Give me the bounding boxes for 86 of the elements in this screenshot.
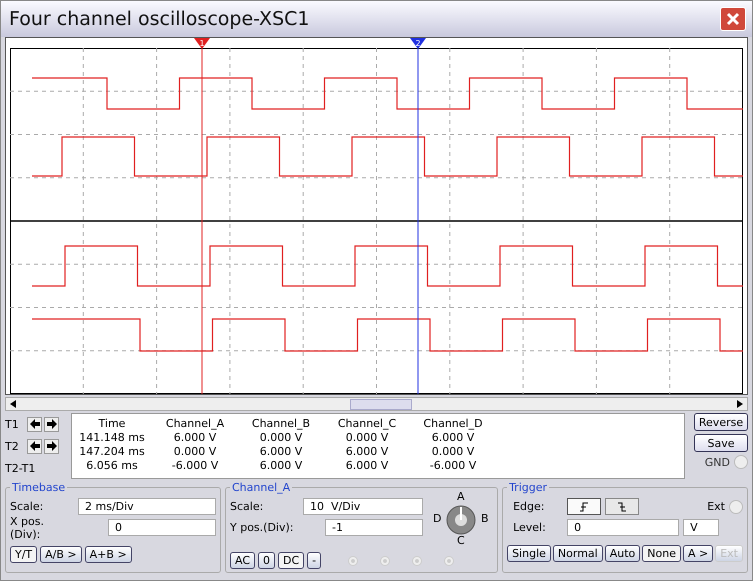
- mode-button[interactable]: Y/T: [10, 546, 38, 563]
- scroll-left-icon[interactable]: [10, 400, 16, 408]
- scale-field[interactable]: 10 V/Div: [303, 498, 423, 515]
- left-arrow-icon: [30, 419, 40, 429]
- panel-title: Trigger: [508, 481, 548, 494]
- table-cell-text: 6.000 V: [344, 445, 390, 459]
- table-cell-text: 6.000 V: [430, 431, 476, 445]
- cursor-two-line[interactable]: 2: [410, 38, 426, 394]
- table-cell-text: 6.000 V: [172, 431, 218, 445]
- coupling-button[interactable]: 0: [258, 552, 276, 569]
- channel-letter: C: [457, 534, 465, 547]
- close-icon: [725, 11, 741, 27]
- field-label: Level:: [513, 521, 547, 534]
- panel-title: Channel_A: [231, 481, 292, 494]
- panel-title: Timebase: [11, 481, 66, 494]
- coupling-button[interactable]: -: [307, 552, 322, 569]
- scale-field[interactable]: 2 ms/Div: [78, 498, 216, 515]
- table-cell-text: 141.148 ms: [78, 431, 146, 445]
- table-cell-text: 147.204 ms: [78, 445, 146, 459]
- scrollbar-thumb[interactable]: [350, 398, 412, 410]
- reverse-button[interactable]: Reverse: [694, 413, 748, 431]
- trigger-mode-button[interactable]: Auto: [604, 545, 640, 562]
- unit-field: V: [683, 519, 720, 536]
- cursor-one-line[interactable]: 1: [194, 38, 210, 394]
- falling-edge-button[interactable]: [605, 498, 640, 515]
- rising-edge-icon: [579, 502, 590, 512]
- column-header: Time: [98, 417, 126, 431]
- trigger-mode-button[interactable]: Single: [507, 545, 551, 562]
- channel-selector-knob[interactable]: [446, 505, 476, 535]
- gnd-label: GND: [704, 456, 730, 468]
- left-arrow-icon: [30, 441, 40, 451]
- channel-letter: D: [433, 512, 442, 525]
- left-arrow-button[interactable]: [27, 416, 42, 432]
- table-cell-text: 0.000 V: [258, 431, 304, 445]
- x-position-field[interactable]: 0: [108, 519, 216, 536]
- column-header: Channel_D: [422, 417, 484, 431]
- field-label: Y pos.(Div):: [230, 521, 294, 534]
- coupling-button[interactable]: DC: [278, 552, 304, 569]
- field-label: X pos.(Div):: [10, 514, 45, 540]
- dot-icon: [348, 556, 358, 566]
- table-cell-text: 0.000 V: [430, 445, 476, 459]
- table-cell-text: 6.000 V: [258, 459, 304, 473]
- left-arrow-button[interactable]: [27, 438, 42, 454]
- table-cell-text: -6.000 V: [428, 459, 478, 473]
- table-cell-text: 6.056 ms: [85, 459, 139, 473]
- mode-button[interactable]: A+B >: [84, 546, 132, 563]
- row-label: T1: [5, 418, 20, 430]
- window-title: Four channel oscilloscope-XSC1: [9, 8, 310, 30]
- coupling-button[interactable]: AC: [230, 552, 256, 569]
- trigger-mode-button[interactable]: A >: [682, 545, 714, 562]
- rising-edge-button[interactable]: [567, 498, 602, 515]
- column-header: Channel_A: [164, 417, 226, 431]
- channel-letter: A: [457, 490, 465, 503]
- table-cell-text: 0.000 V: [344, 431, 390, 445]
- scroll-right-icon[interactable]: [737, 400, 743, 408]
- save-button[interactable]: Save: [694, 434, 748, 452]
- gnd-radio[interactable]: [734, 455, 748, 469]
- horizontal-scrollbar[interactable]: [5, 397, 748, 411]
- mode-button[interactable]: A/B >: [40, 546, 82, 563]
- trigger-mode-button[interactable]: None: [642, 545, 681, 562]
- column-header: Channel_C: [336, 417, 398, 431]
- field-label: Scale:: [10, 500, 44, 513]
- ext-radio[interactable]: [729, 500, 743, 514]
- dot-icon: [380, 556, 390, 566]
- table-cell-text: -6.000 V: [170, 459, 220, 473]
- row-label: T2-T1: [5, 462, 36, 474]
- trigger-mode-button[interactable]: Normal: [552, 545, 603, 562]
- level-field[interactable]: 0: [567, 519, 680, 536]
- field-label: Edge:: [513, 500, 546, 513]
- right-arrow-icon: [46, 441, 56, 451]
- y-position-field[interactable]: -1: [325, 519, 423, 536]
- row-label: T2: [5, 440, 20, 452]
- table-cell-text: 6.000 V: [344, 459, 390, 473]
- falling-edge-icon: [617, 502, 628, 512]
- channel-letter: B: [481, 512, 489, 525]
- right-arrow-button[interactable]: [44, 438, 59, 454]
- table-cell-text: 0.000 V: [172, 445, 218, 459]
- column-header: Channel_B: [250, 417, 312, 431]
- ext-label: Ext: [707, 500, 725, 513]
- dot-icon: [412, 556, 422, 566]
- table-cell-text: 6.000 V: [258, 445, 304, 459]
- right-arrow-button[interactable]: [44, 416, 59, 432]
- dot-icon: [444, 556, 454, 566]
- right-arrow-icon: [46, 419, 56, 429]
- close-button[interactable]: [720, 7, 746, 31]
- field-label: Scale:: [230, 500, 264, 513]
